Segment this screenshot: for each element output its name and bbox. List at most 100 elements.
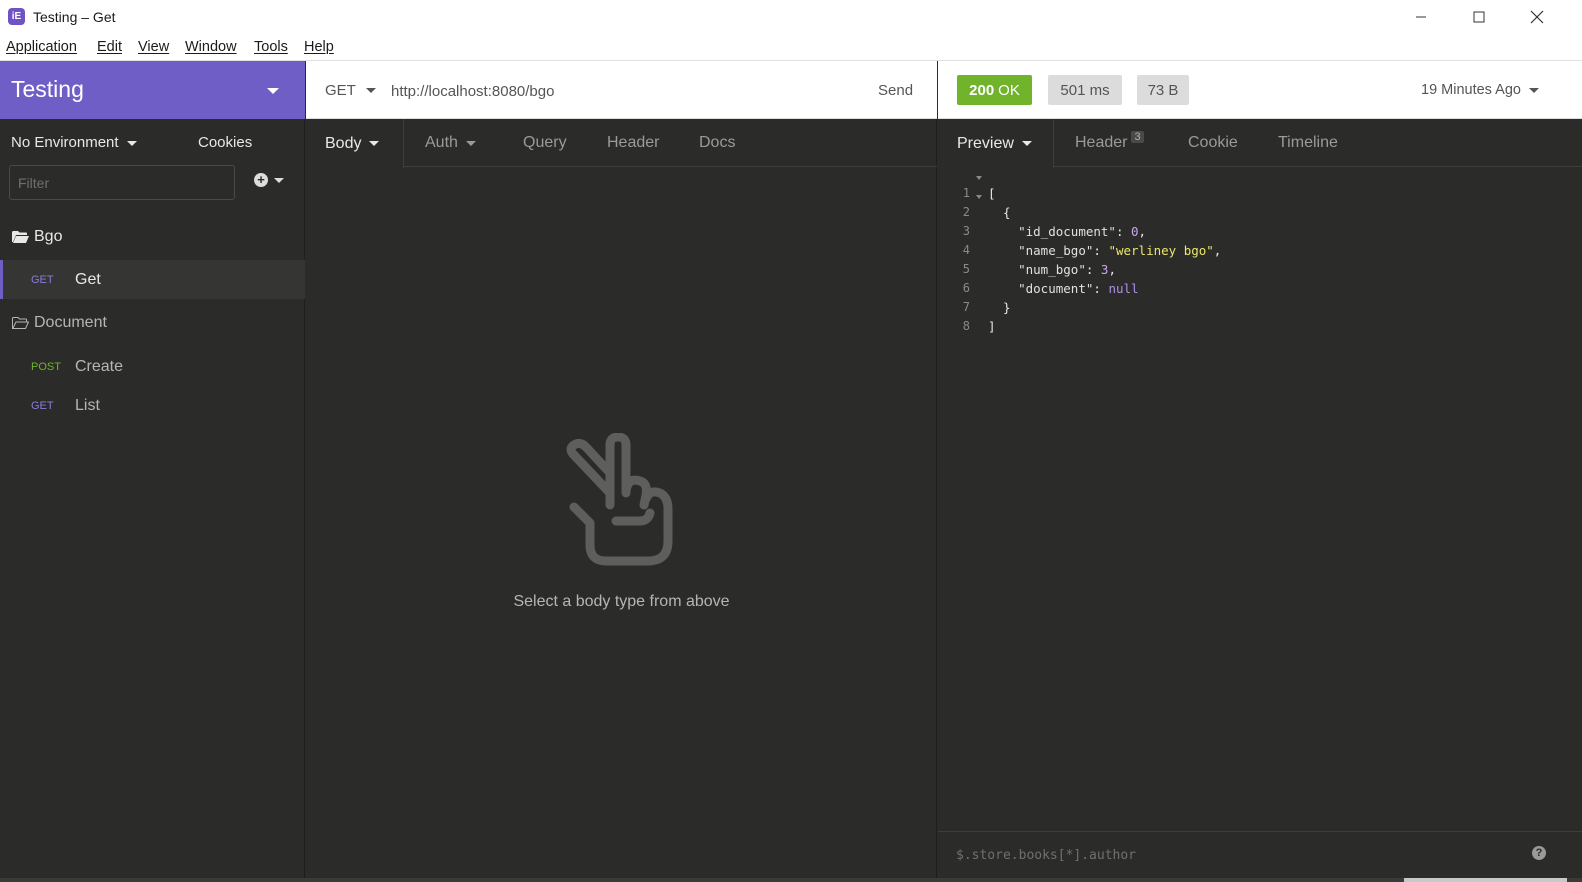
tab-label: Preview bbox=[957, 134, 1014, 152]
method-label: GET bbox=[325, 82, 356, 99]
tab-label: Body bbox=[325, 134, 362, 152]
tab-label: Header bbox=[607, 134, 660, 151]
environment-select[interactable]: No Environment bbox=[11, 134, 137, 151]
horizontal-scrollbar[interactable] bbox=[0, 878, 1582, 882]
code-line: 2 { bbox=[938, 190, 1582, 220]
insomnia-icon: iE bbox=[8, 8, 25, 25]
environment-label: No Environment bbox=[11, 134, 119, 151]
method-badge: POST bbox=[31, 361, 61, 373]
method-badge: GET bbox=[31, 400, 54, 412]
code-line: 8] bbox=[938, 304, 1582, 334]
response-filter-bar: ? bbox=[938, 831, 1582, 875]
menu-window[interactable]: Window bbox=[185, 39, 237, 55]
sidebar-request-list[interactable]: GET List bbox=[0, 386, 305, 425]
chevron-down-icon bbox=[1528, 87, 1539, 93]
history-dropdown[interactable]: 19 Minutes Ago bbox=[1421, 82, 1539, 98]
status-code: 200 bbox=[969, 81, 995, 99]
tab-response-header[interactable]: Header 3 bbox=[1075, 119, 1144, 167]
folder-open-icon bbox=[12, 231, 29, 243]
menu-bar: Application Edit View Window Tools Help bbox=[0, 34, 1582, 61]
size-badge: 73 B bbox=[1137, 75, 1189, 105]
response-filter-input[interactable] bbox=[956, 844, 1516, 866]
response-tabs: Preview Header 3 Cookie Timeline bbox=[938, 119, 1582, 168]
title-bar: iE Testing – Get bbox=[0, 0, 1582, 34]
request-name: Create bbox=[75, 358, 124, 375]
method-badge: GET bbox=[31, 274, 54, 286]
url-input[interactable] bbox=[391, 79, 831, 103]
header-count-badge: 3 bbox=[1131, 131, 1144, 143]
tab-docs[interactable]: Docs bbox=[699, 119, 735, 167]
tab-query[interactable]: Query bbox=[523, 119, 567, 167]
add-request-button[interactable]: + bbox=[254, 173, 284, 187]
response-pane: 200 OK 501 ms 73 B 19 Minutes Ago Preview… bbox=[938, 61, 1582, 882]
menu-help[interactable]: Help bbox=[304, 39, 334, 55]
folder-bgo[interactable]: Bgo bbox=[0, 217, 305, 257]
menu-view[interactable]: View bbox=[138, 39, 169, 55]
status-badge: 200 OK bbox=[957, 75, 1032, 105]
folder-name: Document bbox=[34, 314, 107, 331]
tab-body[interactable]: Body bbox=[306, 119, 404, 168]
tab-label: Header bbox=[1075, 134, 1128, 151]
sidebar-request-get[interactable]: GET Get bbox=[0, 260, 305, 299]
time-ago-label: 19 Minutes Ago bbox=[1421, 82, 1521, 98]
time-badge: 501 ms bbox=[1048, 75, 1122, 105]
tab-label: Timeline bbox=[1278, 134, 1338, 151]
tab-timeline[interactable]: Timeline bbox=[1278, 119, 1338, 167]
chevron-down-icon bbox=[369, 141, 380, 146]
menu-application[interactable]: Application bbox=[6, 39, 77, 55]
peace-hand-icon bbox=[566, 433, 673, 566]
tab-label: Auth bbox=[425, 134, 458, 151]
menu-edit[interactable]: Edit bbox=[97, 39, 122, 55]
code-line: 6 "document": null bbox=[938, 266, 1582, 296]
code-line: 7 } bbox=[938, 285, 1582, 315]
request-pane: GET Send Body Auth Query Header Docs bbox=[306, 61, 937, 882]
tab-label: Query bbox=[523, 134, 567, 151]
code-line: 3 "id_document": 0, bbox=[938, 209, 1582, 239]
code-line: 4 "name_bgo": "werliney bgo", bbox=[938, 228, 1582, 258]
tab-label: Cookie bbox=[1188, 134, 1238, 151]
tab-label: Docs bbox=[699, 134, 736, 151]
tab-auth[interactable]: Auth bbox=[425, 119, 476, 167]
chevron-down-icon bbox=[274, 177, 284, 183]
chevron-down-icon bbox=[126, 140, 137, 146]
chevron-down-icon bbox=[465, 140, 476, 146]
workspace-dropdown[interactable]: Testing bbox=[0, 61, 305, 119]
status-text: OK bbox=[998, 81, 1020, 99]
code-text: ] bbox=[988, 319, 996, 334]
menu-tools[interactable]: Tools bbox=[254, 39, 288, 55]
fold-arrow-icon[interactable] bbox=[976, 195, 982, 199]
fold-arrow-icon[interactable] bbox=[976, 176, 982, 180]
code-line: 5 "num_bgo": 3, bbox=[938, 247, 1582, 277]
chevron-down-icon bbox=[365, 88, 376, 93]
plus-circle-icon: + bbox=[254, 173, 268, 187]
sidebar: Testing No Environment Cookies + Bgo GET… bbox=[0, 61, 305, 882]
chevron-down-icon bbox=[267, 88, 279, 94]
tab-cookie[interactable]: Cookie bbox=[1188, 119, 1238, 167]
workspace-title: Testing bbox=[11, 76, 84, 102]
request-name: List bbox=[75, 397, 100, 414]
request-name: Get bbox=[75, 271, 101, 288]
method-dropdown[interactable]: GET bbox=[325, 82, 376, 99]
chevron-down-icon bbox=[1021, 141, 1032, 146]
tab-preview[interactable]: Preview bbox=[938, 119, 1054, 168]
empty-body-message: Select a body type from above bbox=[513, 593, 730, 610]
minimize-icon[interactable] bbox=[1398, 0, 1444, 34]
response-status-bar: 200 OK 501 ms 73 B 19 Minutes Ago bbox=[938, 61, 1582, 119]
close-icon[interactable] bbox=[1514, 0, 1560, 34]
environment-row: No Environment Cookies bbox=[0, 119, 305, 165]
tab-header[interactable]: Header bbox=[607, 119, 659, 167]
folder-name: Bgo bbox=[34, 228, 63, 245]
window-title: Testing – Get bbox=[33, 9, 116, 25]
scrollbar-thumb[interactable] bbox=[1404, 878, 1567, 882]
request-tabs: Body Auth Query Header Docs bbox=[306, 119, 937, 168]
line-number: 8 bbox=[962, 319, 970, 333]
url-bar: GET Send bbox=[306, 61, 937, 119]
sidebar-request-create[interactable]: POST Create bbox=[0, 347, 305, 386]
folder-document[interactable]: Document bbox=[0, 303, 305, 343]
cookies-button[interactable]: Cookies bbox=[198, 134, 252, 151]
send-button[interactable]: Send bbox=[878, 82, 913, 99]
help-icon[interactable]: ? bbox=[1532, 846, 1546, 860]
sidebar-filter-input[interactable] bbox=[9, 165, 235, 200]
maximize-icon[interactable] bbox=[1456, 0, 1502, 34]
code-line: 1[ bbox=[938, 171, 1582, 201]
